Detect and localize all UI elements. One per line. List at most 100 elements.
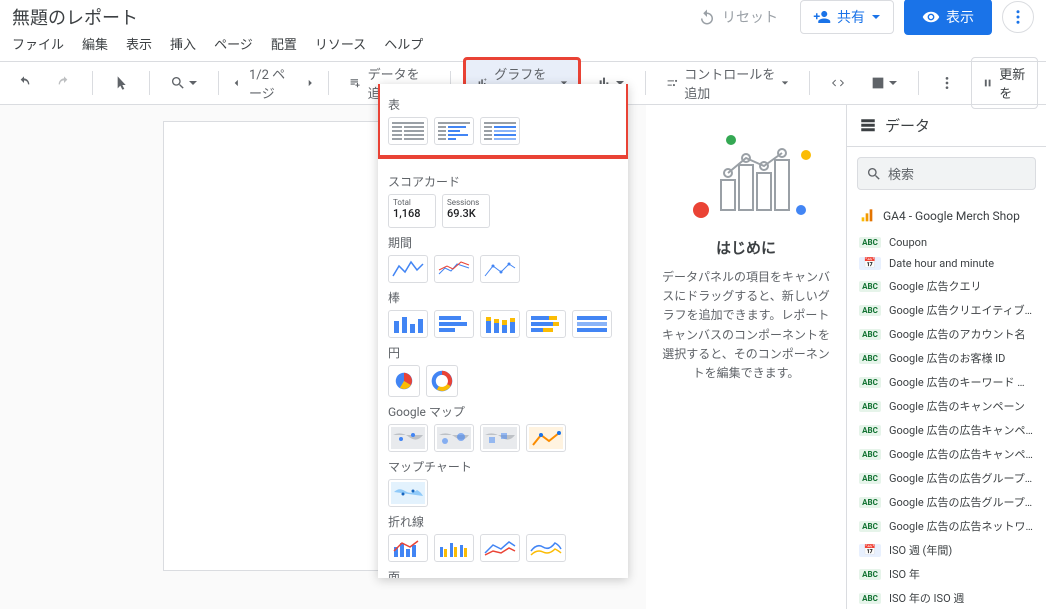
field-label: Google 広告のお客様 ID (889, 350, 1005, 366)
toolbar-more-button[interactable] (931, 69, 963, 97)
pause-updates-button[interactable]: 更新を (971, 57, 1038, 109)
chart-bar-4[interactable] (526, 310, 566, 338)
undo-icon (16, 75, 32, 91)
text-badge: ABC (859, 329, 881, 340)
field-item[interactable]: ABCGoogle 広告の広告キャンペーン ID (847, 418, 1046, 442)
view-button[interactable]: 表示 (904, 0, 992, 35)
more-button[interactable] (1002, 1, 1034, 33)
image-icon (870, 75, 886, 91)
chart-table-3[interactable] (480, 117, 520, 145)
menu-arrange[interactable]: 配置 (271, 34, 297, 53)
reset-button[interactable]: リセット (686, 1, 790, 33)
field-item[interactable]: 📅Date hour and minute (847, 253, 1046, 274)
chevron-down-icon (871, 12, 881, 22)
chart-map-1[interactable] (388, 479, 428, 507)
slider-icon (666, 75, 679, 91)
helper-title: はじめに (658, 237, 834, 258)
field-label: Google 広告の広告グループ ID (889, 470, 1034, 486)
field-item[interactable]: ABCISO 年 (847, 562, 1046, 586)
field-item[interactable]: 📅ISO 週 (年間) (847, 538, 1046, 562)
report-title[interactable]: 無題のレポート (12, 4, 138, 30)
chart-pie-2[interactable] (426, 365, 458, 397)
pointer-tool[interactable] (105, 69, 137, 97)
field-item[interactable]: ABCGoogle 広告クエリ (847, 274, 1046, 298)
field-label: ISO 週 (年間) (889, 542, 952, 558)
field-label: Google 広告の広告グループ名 (889, 494, 1034, 510)
chart-time-3[interactable] (480, 255, 520, 283)
chart-gmap-4[interactable] (526, 424, 566, 452)
field-item[interactable]: ABCGoogle 広告のキャンペーン (847, 394, 1046, 418)
field-item[interactable]: ABCGoogle 広告のアカウント名 (847, 322, 1046, 346)
chart-gmap-2[interactable] (434, 424, 474, 452)
next-page-icon[interactable] (304, 75, 317, 91)
chevron-down-icon (781, 78, 789, 88)
chart-bar-1[interactable] (388, 310, 428, 338)
field-item[interactable]: ABCGoogle 広告の広告グループ ID (847, 466, 1046, 490)
zoom-tool[interactable] (162, 69, 206, 97)
field-label: Google 広告の広告ネットワーク タイ... (889, 518, 1034, 534)
field-item[interactable]: ABCCoupon (847, 232, 1046, 253)
field-label: Google 広告のキーワード テキスト (889, 374, 1034, 390)
chart-line-4[interactable] (526, 534, 566, 562)
chart-gmap-3[interactable] (480, 424, 520, 452)
data-panel-title: データ (885, 115, 930, 136)
chart-line-3[interactable] (480, 534, 520, 562)
menu-edit[interactable]: 編集 (82, 34, 108, 53)
chart-bar-5[interactable] (572, 310, 612, 338)
field-label: Google 広告のキャンペーン (889, 398, 1025, 414)
add-control-button[interactable]: コントロールを追加 (658, 58, 798, 108)
chart-time-2[interactable] (434, 255, 474, 283)
text-badge: ABC (859, 377, 881, 388)
embed-button[interactable] (822, 69, 854, 97)
chart-table-1[interactable] (388, 117, 428, 145)
section-pie: 円 (388, 344, 618, 361)
pause-icon (982, 75, 993, 91)
menu-resource[interactable]: リソース (315, 34, 366, 53)
section-line: 折れ線 (388, 513, 618, 530)
redo-button[interactable] (48, 69, 80, 97)
chart-gmap-1[interactable] (388, 424, 428, 452)
chevron-down-icon (188, 78, 198, 88)
helper-text: データパネルの項目をキャンバスにドラッグすると、新しいグラフを追加できます。レポ… (658, 268, 834, 383)
text-badge: ABC (859, 449, 881, 460)
field-item[interactable]: ABCGoogle 広告クリエイティブ ID (847, 298, 1046, 322)
field-item[interactable]: ABC Google 広告の広告キャンペーン タイプ (847, 442, 1046, 466)
person-add-icon (813, 8, 831, 26)
section-mapchart: マップチャート (388, 458, 618, 475)
undo-icon (698, 8, 716, 26)
image-button[interactable] (862, 69, 906, 97)
menu-view[interactable]: 表示 (126, 34, 152, 53)
section-bar: 棒 (388, 289, 618, 306)
chart-table-2[interactable] (434, 117, 474, 145)
chart-pie-1[interactable] (388, 365, 420, 397)
menu-insert[interactable]: 挿入 (170, 34, 196, 53)
search-input[interactable]: 検索 (857, 157, 1036, 190)
field-item[interactable]: ABCGoogle 広告の広告グループ名 (847, 490, 1046, 514)
data-source[interactable]: GA4 - Google Merch Shop (847, 200, 1046, 232)
text-badge: ABC (859, 237, 881, 248)
field-label: Google 広告の広告キャンペーン タイプ (889, 446, 1034, 462)
field-list: ABCCoupon📅Date hour and minuteABCGoogle … (847, 232, 1046, 609)
field-item[interactable]: ABCGoogle 広告のお客様 ID (847, 346, 1046, 370)
menu-file[interactable]: ファイル (12, 34, 64, 53)
chart-line-1[interactable] (388, 534, 428, 562)
field-item[interactable]: ABC Google 広告のキーワード テキスト (847, 370, 1046, 394)
field-item[interactable]: ABCGoogle 広告の広告ネットワーク タイ... (847, 514, 1046, 538)
more-vert-icon (939, 75, 955, 91)
chart-scorecard-1[interactable]: Total1,168 (388, 194, 436, 228)
prev-page-icon[interactable] (230, 75, 243, 91)
chart-time-1[interactable] (388, 255, 428, 283)
field-label: ISO 年の ISO 週 (889, 590, 964, 606)
field-label: Google 広告の広告キャンペーン ID (889, 422, 1034, 438)
field-item[interactable]: ABCISO 年の ISO 週 (847, 586, 1046, 609)
menu-help[interactable]: ヘルプ (384, 34, 423, 53)
undo-button[interactable] (8, 69, 40, 97)
share-button[interactable]: 共有 (800, 0, 894, 34)
field-label: ISO 年 (889, 566, 920, 582)
chart-line-2[interactable] (434, 534, 474, 562)
helper-panel: はじめに データパネルの項目をキャンバスにドラッグすると、新しいグラフを追加でき… (646, 105, 846, 609)
chart-scorecard-2[interactable]: Sessions69.3K (442, 194, 490, 228)
chart-bar-2[interactable] (434, 310, 474, 338)
menu-page[interactable]: ページ (214, 34, 253, 53)
chart-bar-3[interactable] (480, 310, 520, 338)
